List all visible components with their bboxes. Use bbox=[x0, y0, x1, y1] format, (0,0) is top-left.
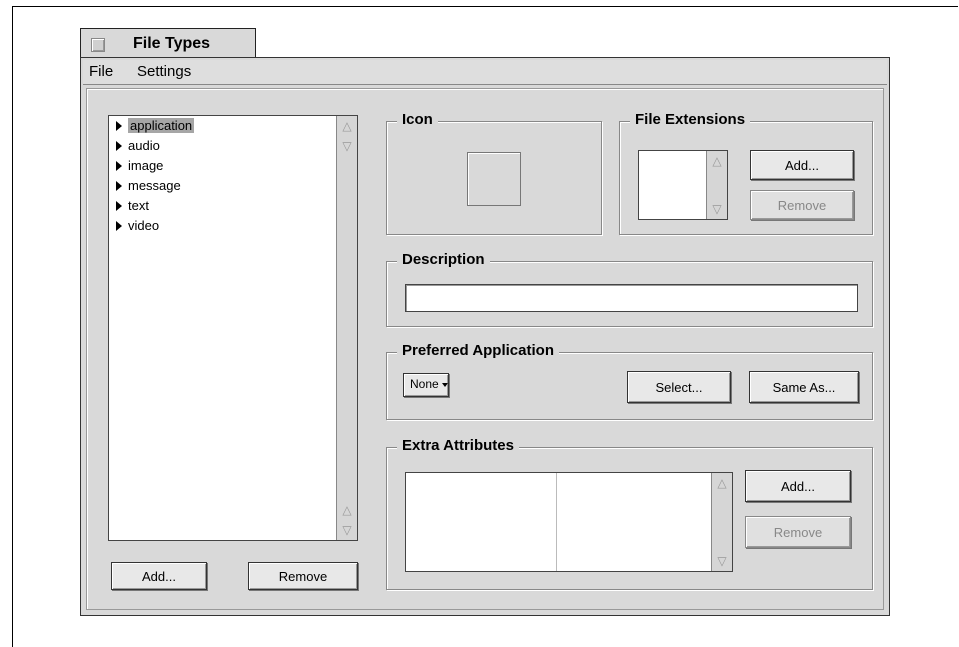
remove-type-button[interactable]: Remove bbox=[248, 562, 358, 590]
remove-extension-button[interactable]: Remove bbox=[750, 190, 854, 220]
menu-file[interactable]: File bbox=[89, 63, 113, 80]
extensions-list[interactable]: △ ▽ bbox=[638, 150, 728, 220]
attributes-scrollbar[interactable]: △ ▽ bbox=[711, 473, 732, 571]
icon-group-title: Icon bbox=[397, 111, 438, 128]
menu-bar: File Settings bbox=[83, 60, 887, 85]
list-item[interactable]: text bbox=[113, 198, 149, 218]
add-extension-button[interactable]: Add... bbox=[750, 150, 854, 180]
scroll-up-icon[interactable]: △ bbox=[337, 116, 357, 136]
window-tab[interactable]: File Types bbox=[80, 28, 256, 58]
type-list-scrollbar[interactable]: △ ▽ △ ▽ bbox=[336, 116, 357, 540]
file-types-window: File Settings application audio image me… bbox=[80, 57, 890, 616]
scroll-up-icon[interactable]: △ bbox=[707, 151, 727, 171]
extra-attributes-group: Extra Attributes △ ▽ Add... Remove bbox=[386, 437, 873, 590]
icon-group: Icon bbox=[386, 111, 602, 235]
window-title: File Types bbox=[133, 35, 211, 52]
file-extensions-group: File Extensions △ ▽ Add... Remove bbox=[619, 111, 873, 235]
list-item[interactable]: message bbox=[113, 178, 181, 198]
expand-triangle-icon[interactable] bbox=[116, 220, 122, 231]
select-application-button[interactable]: Select... bbox=[627, 371, 731, 403]
same-as-button[interactable]: Same As... bbox=[749, 371, 859, 403]
expand-triangle-icon[interactable] bbox=[116, 200, 122, 211]
scroll-down-icon[interactable]: ▽ bbox=[337, 520, 357, 540]
expand-triangle-icon[interactable] bbox=[116, 160, 122, 171]
preferred-application-title: Preferred Application bbox=[397, 342, 559, 359]
column-divider bbox=[556, 473, 557, 571]
remove-attribute-button[interactable]: Remove bbox=[745, 516, 851, 548]
preferred-application-popup[interactable]: None bbox=[403, 373, 449, 397]
file-extensions-title: File Extensions bbox=[630, 111, 751, 128]
icon-well[interactable] bbox=[467, 152, 521, 206]
menu-settings[interactable]: Settings bbox=[137, 63, 191, 80]
list-item[interactable]: video bbox=[113, 218, 159, 238]
scroll-up-icon[interactable]: △ bbox=[712, 473, 732, 493]
chevron-down-icon bbox=[441, 382, 448, 387]
add-type-button[interactable]: Add... bbox=[111, 562, 207, 590]
attributes-table[interactable]: △ ▽ bbox=[405, 472, 733, 572]
add-attribute-button[interactable]: Add... bbox=[745, 470, 851, 502]
scroll-down-icon[interactable]: ▽ bbox=[712, 551, 732, 571]
list-item[interactable]: audio bbox=[113, 138, 160, 158]
description-field[interactable] bbox=[405, 284, 858, 312]
expand-triangle-icon[interactable] bbox=[116, 180, 122, 191]
preferred-application-group: Preferred Application None Select... Sam… bbox=[386, 342, 873, 420]
expand-triangle-icon[interactable] bbox=[116, 140, 122, 151]
extensions-scrollbar[interactable]: △ ▽ bbox=[706, 151, 727, 219]
description-title: Description bbox=[397, 251, 490, 268]
expand-triangle-icon[interactable] bbox=[116, 120, 122, 131]
extra-attributes-title: Extra Attributes bbox=[397, 437, 519, 454]
list-item[interactable]: application bbox=[113, 118, 195, 138]
close-box-icon[interactable] bbox=[91, 38, 105, 52]
scroll-down-icon[interactable]: ▽ bbox=[337, 136, 357, 156]
description-group: Description bbox=[386, 251, 873, 327]
scroll-up-icon[interactable]: △ bbox=[337, 500, 357, 520]
popup-value: None bbox=[410, 377, 439, 391]
type-list[interactable]: application audio image message text vid… bbox=[108, 115, 358, 541]
scroll-down-icon[interactable]: ▽ bbox=[707, 199, 727, 219]
list-item[interactable]: image bbox=[113, 158, 163, 178]
